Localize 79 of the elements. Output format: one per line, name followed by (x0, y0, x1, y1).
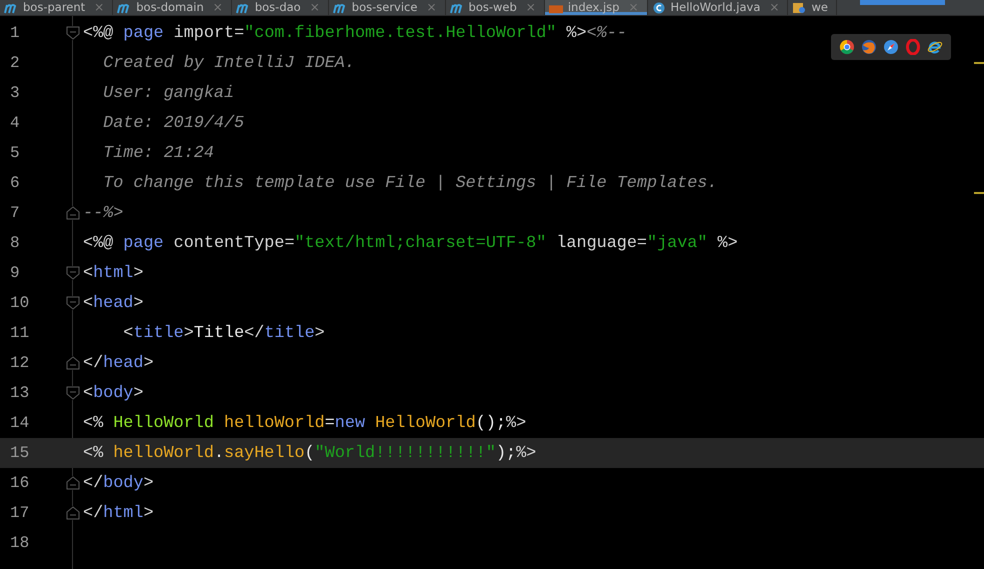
line-number: 8 (9, 234, 21, 252)
line-number: 17 (9, 504, 30, 522)
ring-icon[interactable] (905, 39, 921, 55)
code-text: </body> (83, 474, 154, 492)
module-icon (236, 2, 250, 14)
line-number: 4 (9, 114, 21, 132)
module-icon (117, 2, 132, 14)
fold-marker-icon[interactable] (66, 506, 80, 520)
code-text: <html> (83, 264, 144, 282)
fold-marker-icon[interactable] (66, 386, 80, 400)
tab-label: bos-parent (23, 1, 86, 14)
line-number: 9 (9, 264, 21, 282)
line-number: 16 (9, 474, 30, 492)
code-text: --%> (83, 204, 124, 222)
code-text: User: gangkai (102, 84, 234, 102)
code-text: <%@ page import="com.fiberhome.test.HelloWorld" %><%-- (83, 24, 627, 42)
line-number: 10 (9, 294, 30, 312)
code-text: </html> (83, 504, 154, 522)
code-text: <body> (83, 384, 144, 402)
line-number: 13 (9, 384, 30, 402)
code-text: Time: 21:24 (102, 144, 214, 162)
line-number: 15 (9, 444, 30, 462)
code-text: Date: 2019/4/5 (102, 114, 244, 132)
code-text: </head> (83, 354, 154, 372)
file-icon (792, 2, 806, 14)
code-text: <% helloWorld.sayHello("World!!!!!!!!!!!");%> (83, 444, 536, 462)
module-icon (450, 2, 464, 14)
class-icon (652, 2, 666, 14)
editor-tab[interactable]: we (788, 0, 837, 15)
code-text: <% HelloWorld helloWorld=new HelloWorld();%> (83, 414, 526, 432)
e-globe-icon[interactable] (927, 39, 943, 55)
code-text: <%@ page contentType="text/html;charset=UTF-8" language="java" %> (83, 234, 738, 252)
close-tab-button[interactable]: × (212, 1, 223, 14)
editor-tab[interactable]: HelloWorld.java × (648, 0, 788, 15)
line-number: 2 (9, 54, 21, 72)
close-tab-button[interactable]: × (94, 1, 104, 14)
scrollbar-marker (974, 62, 984, 64)
fold-marker-icon[interactable] (66, 296, 80, 310)
editor-tab[interactable]: bos-domain × (113, 0, 232, 15)
close-tab-button[interactable]: × (526, 1, 536, 14)
close-tab-button[interactable]: × (310, 1, 320, 14)
module-icon (332, 2, 347, 14)
line-number: 6 (9, 174, 21, 192)
code-text: <title>Title</title> (122, 324, 325, 342)
code-text: To change this template use File | Settings | File Templates. (102, 174, 718, 192)
fold-marker-icon[interactable] (66, 356, 80, 370)
line-number: 7 (9, 204, 21, 222)
code-text: Created by IntelliJ IDEA. (102, 54, 355, 72)
line-number: 18 (9, 534, 30, 552)
compass-icon[interactable] (883, 39, 899, 55)
tricolor-ball-icon[interactable] (839, 39, 855, 55)
line-number: 11 (9, 324, 30, 342)
fold-marker-icon[interactable] (66, 476, 80, 490)
tab-label: we (811, 1, 828, 14)
line-number: 3 (9, 84, 21, 102)
tab-label: HelloWorld.java (670, 1, 760, 14)
line-number: 14 (9, 414, 30, 432)
code-text: <head> (83, 294, 144, 312)
fold-marker-icon[interactable] (66, 206, 80, 220)
fold-marker-icon[interactable] (66, 266, 80, 280)
tab-label: index.jsp (568, 1, 620, 14)
line-number: 12 (9, 354, 30, 372)
close-tab-button[interactable]: × (426, 1, 437, 14)
editor-tab[interactable]: bos-dao × (232, 0, 329, 15)
fold-marker-icon[interactable] (66, 26, 80, 40)
line-number: 5 (9, 144, 21, 162)
module-icon (4, 2, 18, 14)
tab-label: bos-domain (136, 1, 204, 14)
tab-label: bos-service (352, 1, 418, 14)
editor-tab[interactable]: bos-service × (328, 0, 446, 15)
scrollbar-marker (974, 192, 984, 194)
tab-label: bos-web (468, 1, 517, 14)
editor-tab[interactable]: bos-parent × (0, 0, 114, 15)
globe-icon[interactable] (861, 39, 877, 55)
editor-tab[interactable]: bos-web × (446, 0, 545, 15)
line-number: 1 (9, 24, 21, 42)
close-tab-button[interactable]: × (769, 1, 780, 14)
editor-tab[interactable]: index.jsp × (544, 0, 648, 15)
tab-label: bos-dao (254, 1, 301, 14)
